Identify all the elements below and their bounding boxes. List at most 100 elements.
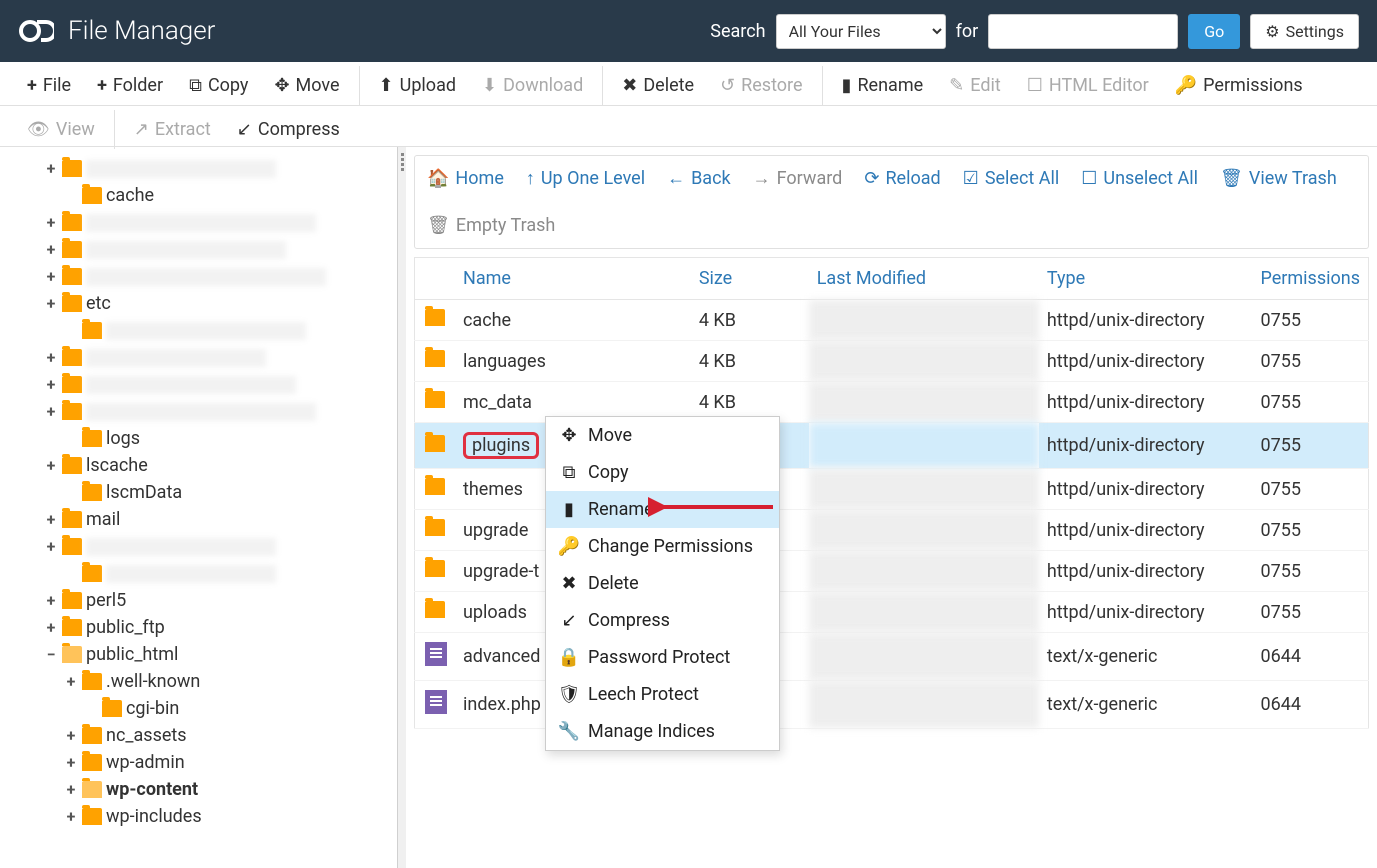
col-type[interactable]: Type bbox=[1039, 258, 1253, 300]
tree-toggle-icon[interactable]: + bbox=[44, 159, 58, 178]
tree-node[interactable] bbox=[44, 560, 397, 587]
context-menu-item[interactable]: ✥Move bbox=[546, 417, 779, 454]
select-all-button[interactable]: ☑Select All bbox=[961, 164, 1062, 193]
view-button[interactable]: 👁View bbox=[14, 110, 108, 149]
tree-toggle-icon[interactable]: + bbox=[44, 348, 58, 367]
delete-button[interactable]: ✖Delete bbox=[609, 66, 707, 105]
tree-label[interactable]: wp-includes bbox=[106, 806, 202, 827]
tree-label[interactable]: .well-known bbox=[106, 671, 200, 692]
tree-toggle-icon[interactable]: + bbox=[64, 672, 78, 691]
tree-node[interactable]: + bbox=[44, 344, 397, 371]
move-button[interactable]: ✥Move bbox=[261, 66, 352, 105]
table-row[interactable]: cache4 KB httpd/unix-directory0755 bbox=[415, 300, 1369, 341]
context-menu-item[interactable]: ⧉Copy bbox=[546, 454, 779, 491]
tree-label[interactable] bbox=[86, 268, 326, 286]
search-scope-select[interactable]: All Your Files bbox=[776, 14, 946, 49]
rename-button[interactable]: ▮Rename bbox=[829, 66, 937, 105]
tree-label[interactable]: lscache bbox=[86, 455, 148, 476]
tree-node[interactable]: + .well-known bbox=[44, 668, 397, 695]
col-modified[interactable]: Last Modified bbox=[809, 258, 1039, 300]
tree-node[interactable]: + bbox=[44, 371, 397, 398]
context-menu-item[interactable]: ↙Compress bbox=[546, 602, 779, 639]
tree-toggle-icon[interactable]: − bbox=[44, 645, 58, 664]
tree-label[interactable]: wp-admin bbox=[106, 752, 185, 773]
tree-label[interactable]: nc_assets bbox=[106, 725, 187, 746]
unselect-all-button[interactable]: ☐Unselect All bbox=[1079, 164, 1200, 193]
tree-toggle-icon[interactable]: + bbox=[44, 537, 58, 556]
tree-node[interactable]: + wp-content bbox=[44, 776, 397, 803]
context-menu-item[interactable]: ✖Delete bbox=[546, 565, 779, 602]
context-menu-item[interactable]: 🔑Change Permissions bbox=[546, 528, 779, 565]
tree-toggle-icon[interactable]: + bbox=[64, 807, 78, 826]
tree-node[interactable]: + bbox=[44, 533, 397, 560]
back-button[interactable]: ←Back bbox=[665, 164, 733, 193]
tree-toggle-icon[interactable]: + bbox=[44, 294, 58, 313]
tree-label[interactable]: perl5 bbox=[86, 590, 126, 611]
tree-label[interactable] bbox=[106, 322, 306, 340]
tree-toggle-icon[interactable]: + bbox=[44, 375, 58, 394]
tree-label[interactable] bbox=[86, 403, 316, 421]
tree-node[interactable]: + bbox=[44, 263, 397, 290]
col-size[interactable]: Size bbox=[691, 258, 809, 300]
new-file-button[interactable]: +File bbox=[14, 66, 84, 105]
context-menu-item[interactable]: 🛡Leech Protect bbox=[546, 676, 779, 713]
tree-node[interactable]: + bbox=[44, 236, 397, 263]
tree-label[interactable]: public_ftp bbox=[86, 617, 165, 638]
tree-toggle-icon[interactable]: + bbox=[44, 510, 58, 529]
tree-node[interactable]: − public_html bbox=[44, 641, 397, 668]
context-menu-item[interactable]: 🔒Password Protect bbox=[546, 639, 779, 676]
tree-node[interactable]: +public_ftp bbox=[44, 614, 397, 641]
tree-toggle-icon[interactable]: + bbox=[64, 753, 78, 772]
tree-label[interactable] bbox=[86, 376, 296, 394]
tree-toggle-icon[interactable]: + bbox=[44, 213, 58, 232]
tree-label[interactable] bbox=[86, 241, 286, 259]
tree-label[interactable]: wp-content bbox=[106, 779, 198, 800]
compress-button[interactable]: ↙Compress bbox=[224, 110, 353, 149]
tree-node[interactable]: + bbox=[44, 155, 397, 182]
empty-trash-button[interactable]: 🗑Empty Trash bbox=[425, 211, 557, 240]
context-menu-item[interactable]: ▮Rename bbox=[546, 491, 779, 528]
tree-label[interactable] bbox=[106, 565, 276, 583]
tree-node[interactable]: +lscache bbox=[44, 452, 397, 479]
tree-label[interactable]: lscmData bbox=[106, 482, 182, 503]
context-menu-item[interactable]: 🔧Manage Indices bbox=[546, 713, 779, 750]
pane-splitter[interactable] bbox=[398, 147, 406, 868]
table-row[interactable]: languages4 KB httpd/unix-directory0755 bbox=[415, 341, 1369, 382]
tree-toggle-icon[interactable]: + bbox=[44, 240, 58, 259]
tree-toggle-icon[interactable]: + bbox=[44, 267, 58, 286]
restore-button[interactable]: ↺Restore bbox=[707, 66, 815, 105]
copy-button[interactable]: ⧉Copy bbox=[176, 66, 261, 105]
new-folder-button[interactable]: +Folder bbox=[84, 66, 176, 105]
tree-node[interactable] bbox=[44, 317, 397, 344]
view-trash-button[interactable]: 🗑View Trash bbox=[1218, 164, 1339, 193]
tree-node[interactable]: + wp-includes bbox=[44, 803, 397, 830]
tree-node[interactable]: logs bbox=[44, 425, 397, 452]
tree-label[interactable]: mail bbox=[86, 509, 120, 530]
col-perms[interactable]: Permissions bbox=[1252, 258, 1368, 300]
tree-toggle-icon[interactable]: + bbox=[64, 780, 78, 799]
extract-button[interactable]: ↗Extract bbox=[121, 110, 224, 149]
forward-button[interactable]: →Forward bbox=[751, 164, 845, 193]
tree-node[interactable]: lscmData bbox=[44, 479, 397, 506]
tree-node[interactable]: + wp-admin bbox=[44, 749, 397, 776]
tree-toggle-icon[interactable]: + bbox=[44, 402, 58, 421]
up-one-level-button[interactable]: ↑Up One Level bbox=[524, 164, 647, 193]
tree-label[interactable] bbox=[86, 349, 266, 367]
tree-label[interactable]: cache bbox=[106, 185, 154, 206]
html-editor-button[interactable]: ☐HTML Editor bbox=[1014, 66, 1162, 105]
download-button[interactable]: ⬇Download bbox=[469, 66, 596, 105]
tree-node[interactable]: cgi-bin bbox=[44, 695, 397, 722]
tree-node[interactable]: + etc bbox=[44, 290, 397, 317]
tree-label[interactable] bbox=[86, 538, 276, 556]
tree-label[interactable]: logs bbox=[106, 428, 140, 449]
tree-node[interactable]: + bbox=[44, 209, 397, 236]
search-input[interactable] bbox=[988, 14, 1178, 49]
reload-button[interactable]: ⟳Reload bbox=[862, 164, 942, 193]
col-name[interactable]: Name bbox=[455, 258, 691, 300]
tree-node[interactable]: + mail bbox=[44, 506, 397, 533]
tree-label[interactable]: etc bbox=[86, 293, 111, 314]
tree-node[interactable]: cache bbox=[44, 182, 397, 209]
tree-label[interactable] bbox=[86, 214, 316, 232]
tree-label[interactable] bbox=[86, 160, 276, 178]
tree-label[interactable]: public_html bbox=[86, 644, 178, 665]
